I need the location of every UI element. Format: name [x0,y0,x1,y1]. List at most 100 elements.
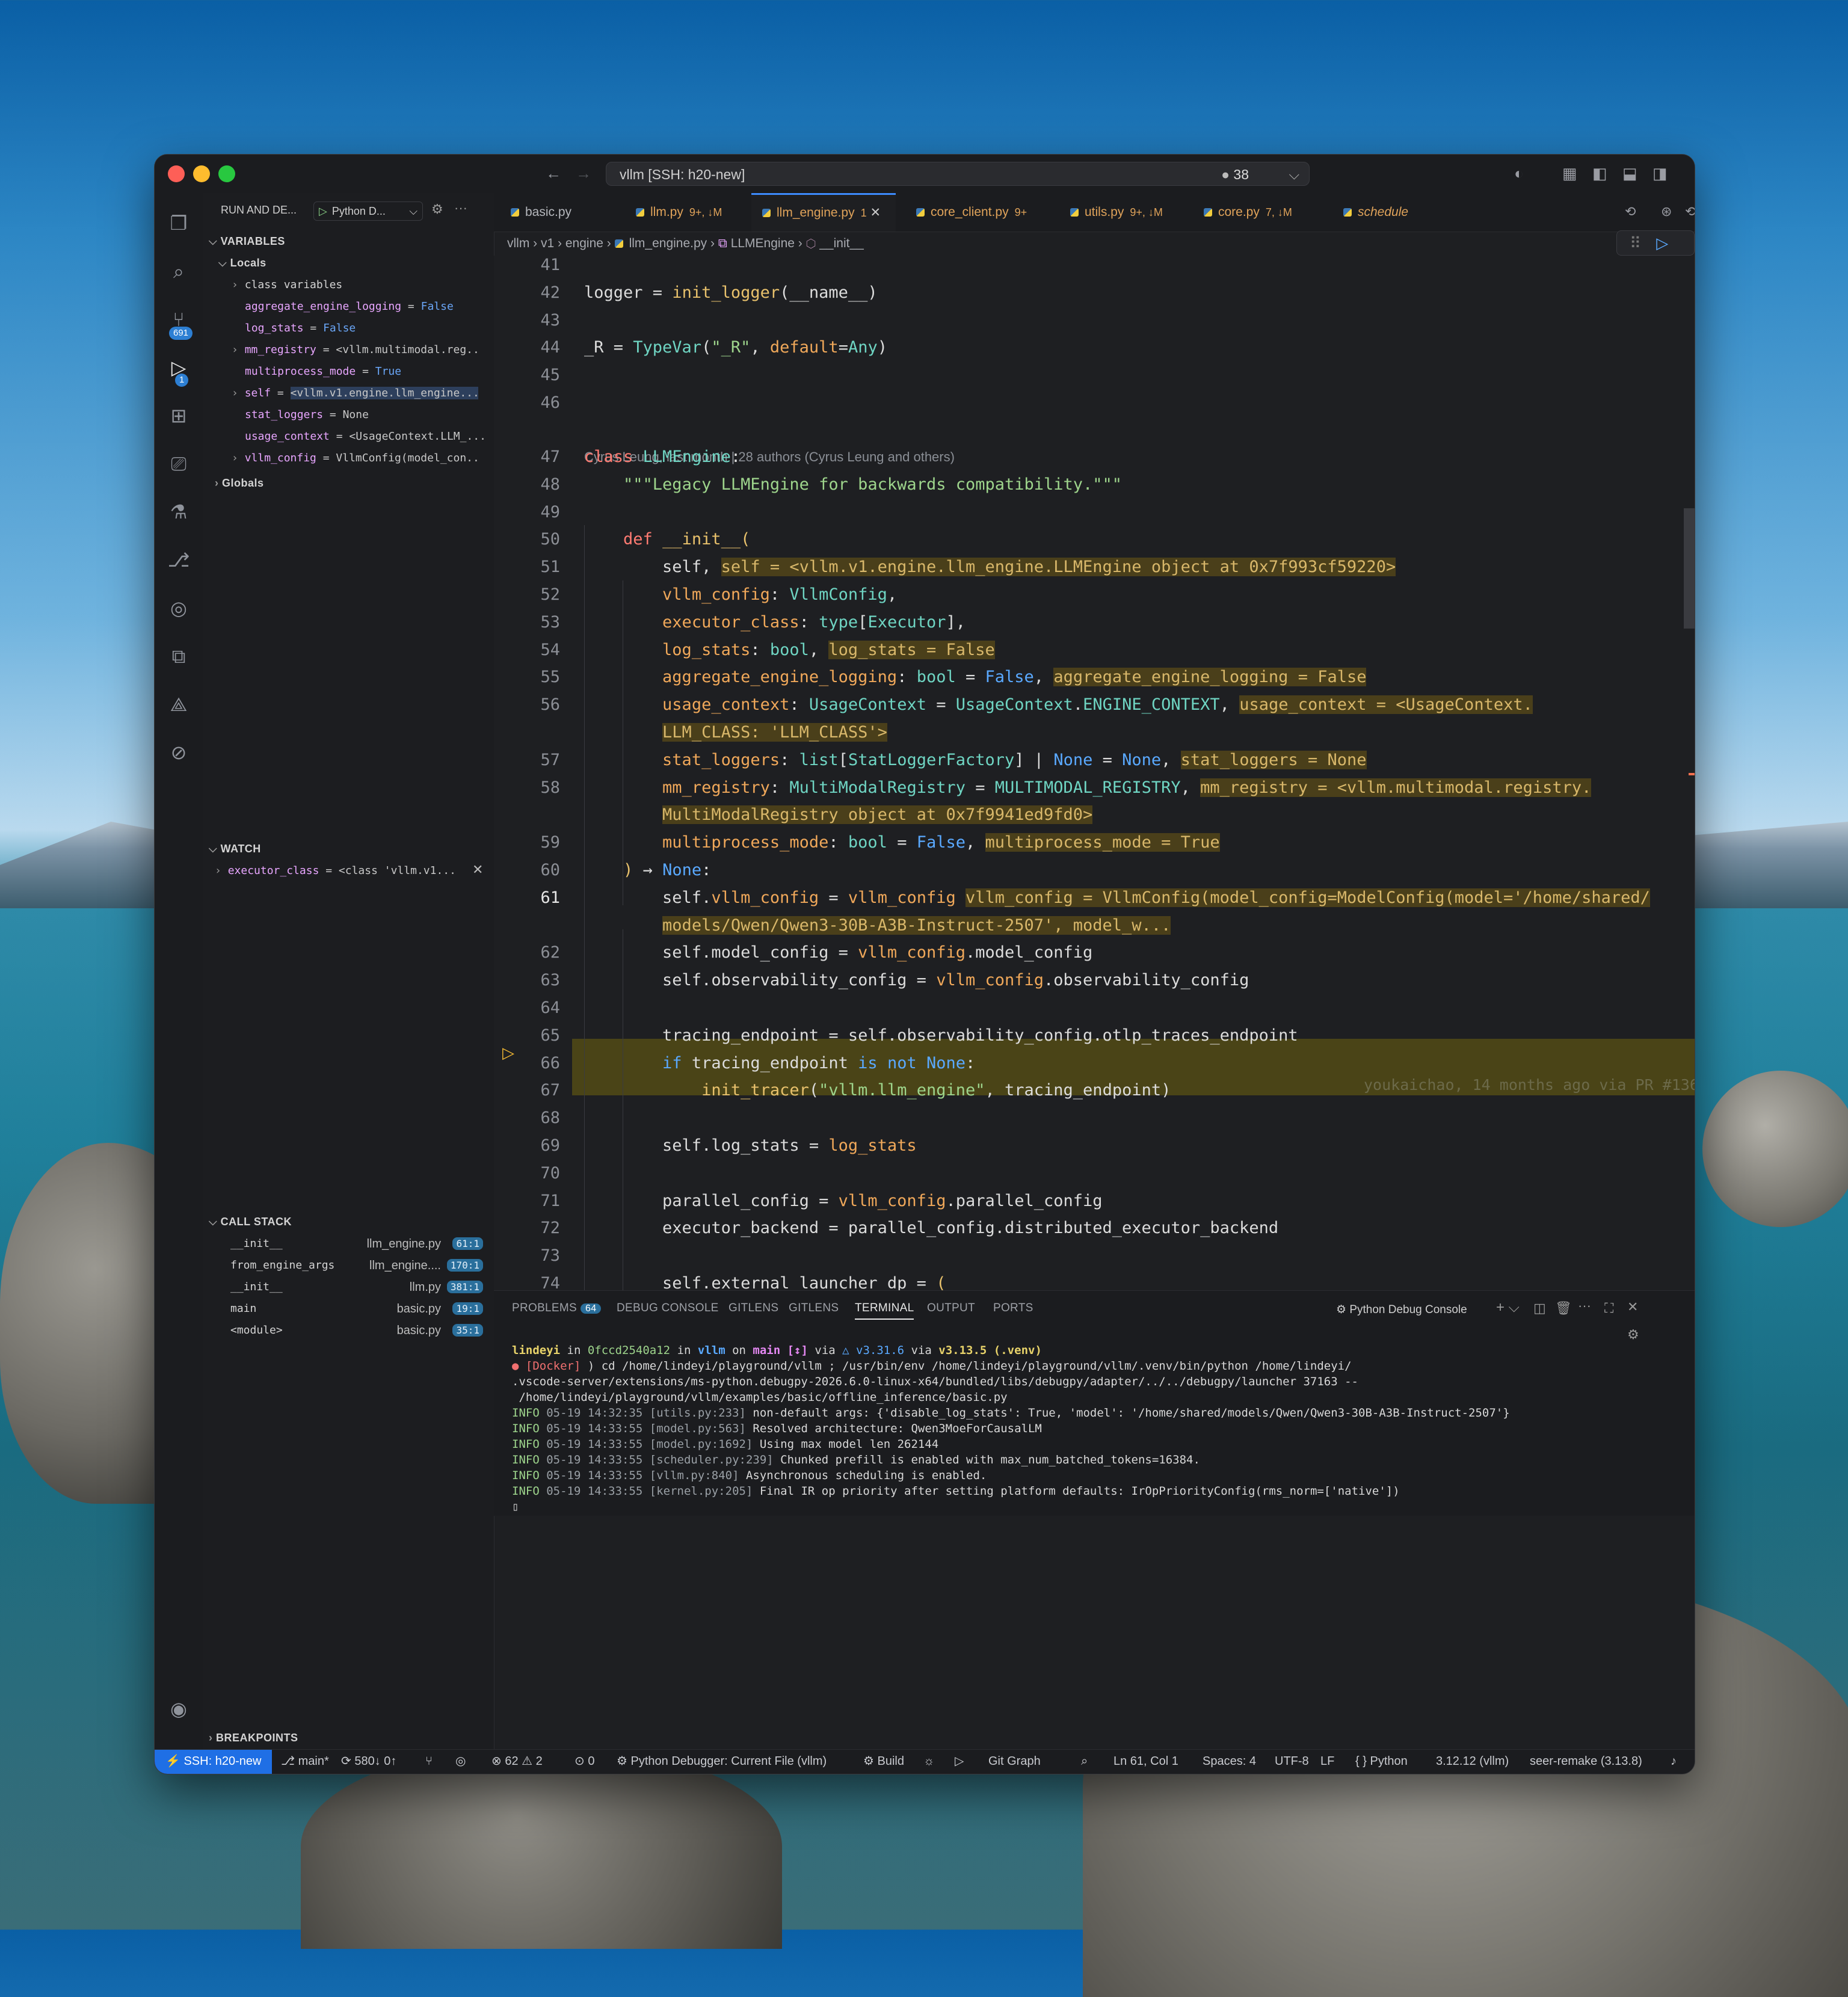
zoom-window-button[interactable] [218,165,235,182]
forward-arrow-icon[interactable]: → [576,164,591,183]
gitlens-icon[interactable]: ◎ [455,1750,466,1773]
watch-expression[interactable]: › executor_class = <class 'vllm.v1... [215,864,479,877]
globals-scope[interactable]: › Globals [215,477,264,490]
gitlens-icon[interactable]: ◎ [165,595,192,621]
callstack-section-header[interactable]: ⌵ CALL STACK [209,1216,292,1228]
command-center[interactable]: vllm [SSH: h20-new] ● 38 ⌵ [606,162,1310,186]
variable-item[interactable]: › vllm_config = VllmConfig(model_con... [232,452,478,464]
split-terminal-icon[interactable]: ◫ [1533,1300,1546,1316]
tab-llm-py[interactable]: llm.py 9+, ↓M [625,193,739,232]
toggle-panel-icon[interactable]: ⬓ [1622,164,1637,183]
maximize-panel-icon[interactable]: ⛶ [1604,1300,1613,1316]
breadcrumb-item[interactable]: llm_engine.py [629,236,707,250]
tab-basic-py[interactable]: basic.py [500,193,614,232]
breakpoints-section-header[interactable]: › BREAKPOINTS [209,1732,298,1744]
watch-section-header[interactable]: ⌵ WATCH [209,843,261,855]
new-terminal-icon[interactable]: + ⌵ [1496,1299,1520,1316]
problems-indicator[interactable]: ⊗ 62 ⚠ 2 [491,1750,543,1773]
remove-watch-icon[interactable]: ✕ [472,862,483,878]
drag-handle-icon[interactable]: ⠿ [1630,234,1641,252]
breadcrumb-item[interactable]: __init__ [819,236,864,250]
git-graph-icon[interactable]: ⎇ [165,547,192,573]
notification-count[interactable]: ● 38 [1221,162,1249,186]
panel-tab-problems[interactable]: PROBLEMS 64 [512,1302,602,1315]
extensions-icon[interactable]: ⊞ [165,402,192,429]
more-actions-icon[interactable]: ··· [1578,1298,1591,1314]
terminal-selector[interactable]: ⚙ Python Debug Console [1336,1303,1467,1317]
breadcrumb-item[interactable]: v1 [541,236,554,250]
more-actions-icon[interactable]: ··· [454,200,467,216]
zoom-icon[interactable]: ⌕ [1081,1750,1088,1773]
debug-indicator[interactable]: ⚙ Python Debugger: Current File (vllm) [617,1750,827,1773]
variables-section-header[interactable]: ⌵ VARIABLES [209,235,285,248]
callstack-frame[interactable]: main basic.py 19:1 [230,1302,483,1320]
language-mode[interactable]: { } Python [1355,1750,1408,1773]
account-icon[interactable]: ◉ [165,1696,192,1722]
expand-chevron-icon[interactable]: › [232,452,245,464]
openai-icon[interactable]: ⊛ [1661,204,1672,220]
panel-tab-ports[interactable]: PORTS [993,1302,1033,1315]
python-environment[interactable]: seer-remake (3.13.8) [1530,1750,1642,1773]
end-of-line[interactable]: LF [1320,1750,1334,1773]
codex-icon[interactable]: ⊘ [165,739,192,766]
debug-stackframe-icon[interactable]: ▷ [502,1044,514,1062]
gitlens-compare-icon[interactable]: ⟲ [1685,204,1695,220]
panel-tab-terminal[interactable]: TERMINAL [855,1302,914,1320]
chat-icon[interactable]: ⌵ [1289,162,1299,186]
code-editor[interactable]: 41 42 43 44 45 46 47 48 49 50 51 52 53 54 55 56 57 58 59 60… [494,256,1695,1290]
ports-indicator[interactable]: ⊙ 0 [574,1750,594,1773]
notifications-bell-icon[interactable]: ♪ [1671,1750,1677,1773]
tab-schedule[interactable]: schedule [1332,193,1465,232]
expand-chevron-icon[interactable]: › [232,387,245,399]
panel-tab-output[interactable]: OUTPUT [927,1302,975,1315]
variable-item[interactable]: usage_context = <UsageContext.LLM_... [232,430,491,443]
containers-icon[interactable]: ⧉ [165,643,192,669]
panel-tab-gitlens[interactable]: GITLENS [789,1302,839,1315]
tab-core-py[interactable]: core.py 7, ↓M [1193,193,1319,232]
python-interpreter[interactable]: 3.12.12 (vllm) [1436,1750,1509,1773]
close-window-button[interactable] [168,165,185,182]
run-icon[interactable]: ⟲ [1625,204,1636,220]
variable-item[interactable]: › mm_registry = <vllm.multimodal.reg... [232,343,478,356]
callstack-frame[interactable]: <module> basic.py 35:1 [230,1324,483,1342]
sync-indicator[interactable]: ⟳ 580↓ 0↑ [341,1750,396,1773]
encoding[interactable]: UTF-8 [1275,1750,1309,1773]
variable-item[interactable]: › self = <vllm.v1.engine.llm_engine... [232,387,478,399]
terminal-settings-icon[interactable]: ⚙ [1627,1327,1639,1343]
terminal-cursor[interactable]: ▯ [512,1500,519,1513]
scrollbar-thumb[interactable] [1684,508,1695,629]
panel-tab-gitlens[interactable]: GITLENS [728,1302,778,1315]
tab-utils-py[interactable]: utils.py 9+, ↓M [1059,193,1186,232]
testing-icon[interactable]: ⚗ [165,499,192,525]
indentation[interactable]: Spaces: 4 [1203,1750,1256,1773]
toggle-sidebar-icon[interactable]: ◧ [1592,164,1607,183]
minimize-window-button[interactable] [193,165,210,182]
git-graph-status[interactable]: Git Graph [988,1750,1041,1773]
run-icon[interactable]: ▷ [955,1750,964,1773]
explorer-icon[interactable]: ❐ [165,210,192,236]
layout-icon[interactable]: ▦ [1562,164,1577,183]
variable-item[interactable]: log_stats = False [232,322,491,334]
copilot-icon[interactable]: ◐ [1514,164,1524,183]
variable-item[interactable]: stat_loggers = None [232,408,491,421]
close-panel-icon[interactable]: ✕ [1627,1299,1638,1315]
breadcrumb-item[interactable]: vllm [507,236,529,250]
cursor-position[interactable]: Ln 61, Col 1 [1113,1750,1178,1773]
git-graph-icon[interactable]: ⑂ [425,1750,433,1773]
expand-chevron-icon[interactable]: › [232,278,245,291]
kill-terminal-icon[interactable]: 🗑 [1555,1300,1572,1316]
toggle-secondary-sidebar-icon[interactable]: ◨ [1652,164,1668,183]
tab-core_client-py[interactable]: core_client.py 9+ [905,193,1050,232]
gear-icon[interactable]: ⚙ [431,202,443,217]
build-indicator[interactable]: ⚙ Build [863,1750,904,1773]
callstack-frame[interactable]: __init__ llm_engine.py 61:1 [230,1237,483,1255]
variable-item[interactable]: aggregate_engine_logging = False [232,300,491,313]
variable-item[interactable]: › class variables [232,278,478,291]
callstack-frame[interactable]: from_engine_args llm_engine.... 170:1 [230,1259,483,1277]
callstack-frame[interactable]: __init__ llm.py 381:1 [230,1281,483,1299]
breadcrumb-item[interactable]: engine [565,236,603,250]
branch-indicator[interactable]: ⎇ main* [281,1750,329,1773]
debug-config-select[interactable]: ▷ Python D... ⌵ [313,202,423,221]
back-arrow-icon[interactable]: ← [546,164,561,183]
continue-icon[interactable]: ▷ [1656,234,1668,252]
